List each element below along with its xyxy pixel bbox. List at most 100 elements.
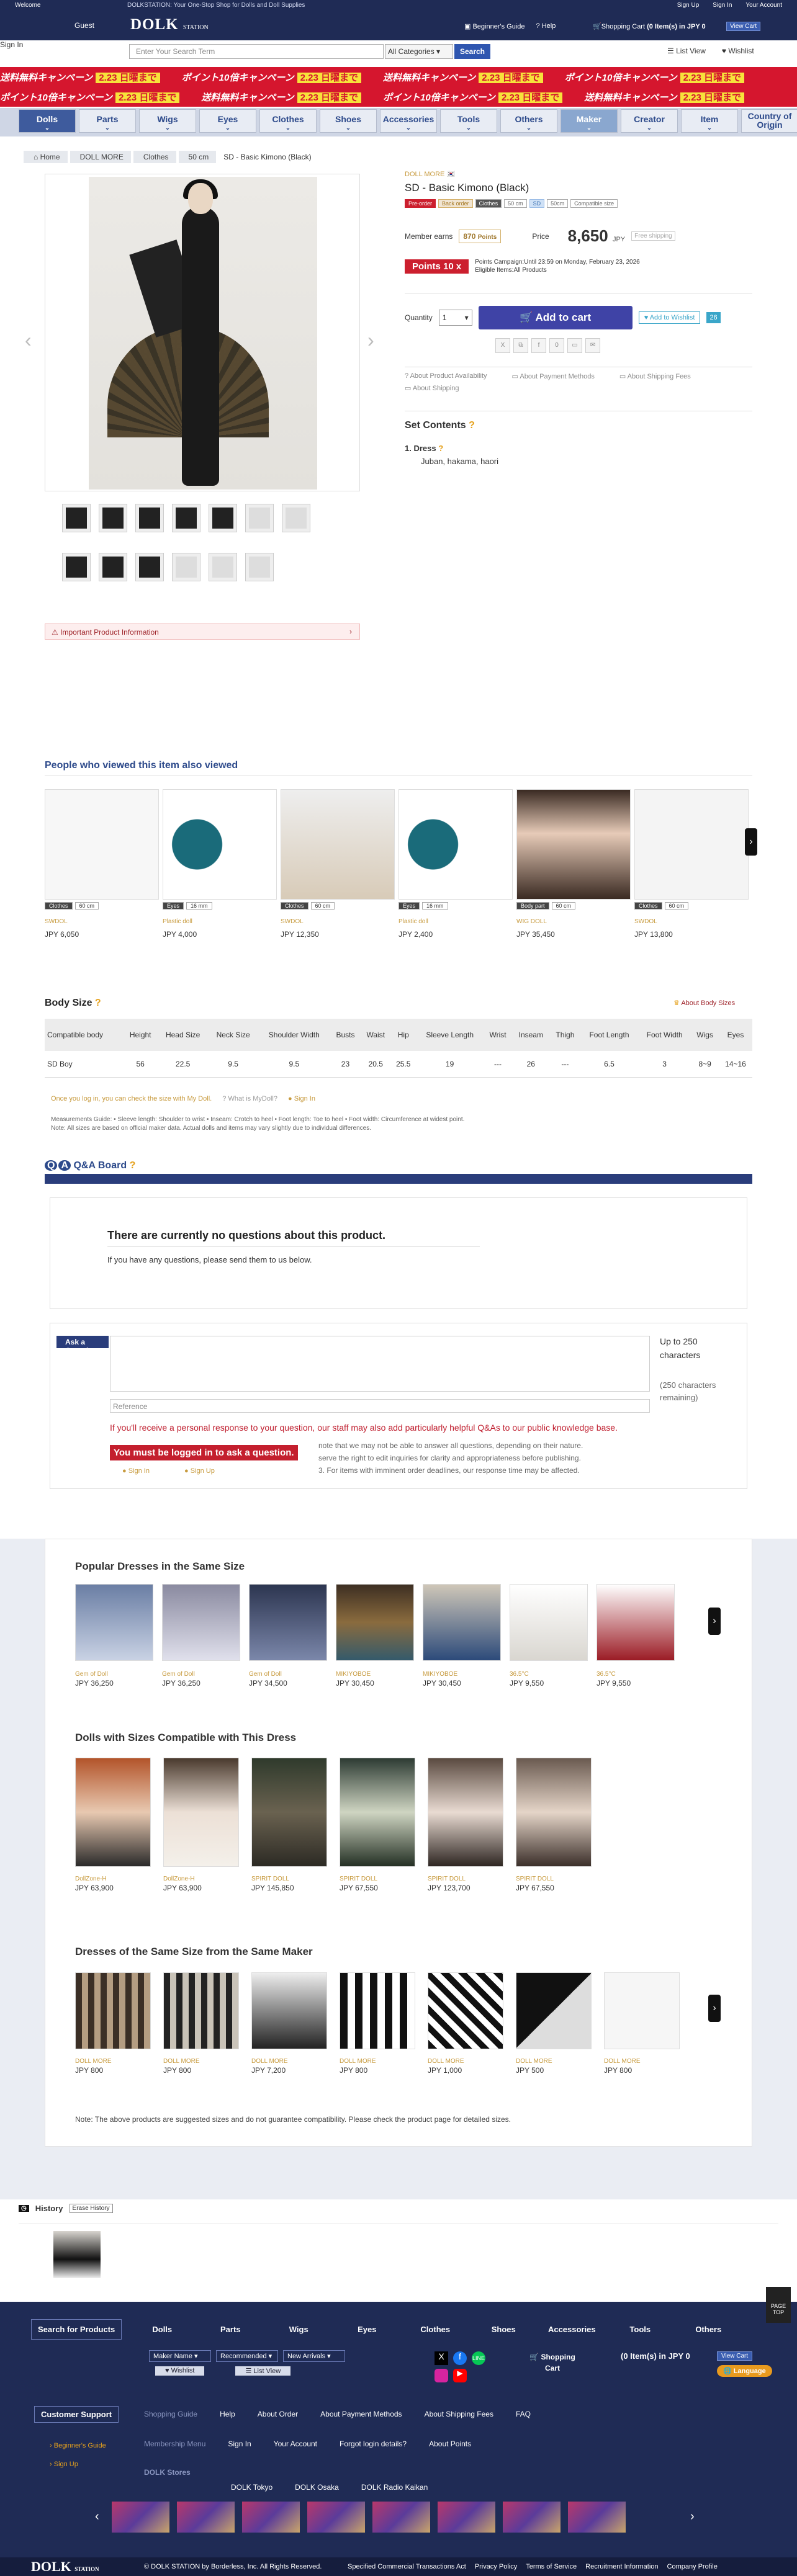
nav-parts[interactable]: Parts ⌄ [79, 109, 136, 133]
search-button[interactable]: Search [454, 44, 490, 59]
legal-link[interactable]: Recruitment Information [585, 2563, 658, 2570]
product-card[interactable]: SPIRIT DOLL JPY 67,550 [516, 1758, 592, 1892]
product-card[interactable]: DOLL MORE JPY 800 [75, 1972, 151, 2075]
carousel-next-button[interactable]: › [708, 1995, 721, 2022]
footer-nav-item[interactable]: Wigs [264, 2325, 333, 2334]
chevron-left-icon[interactable]: ‹ [95, 2510, 99, 2524]
availability-link[interactable]: ? About Product Availability [405, 372, 487, 380]
nav-shoes[interactable]: Shoes ⌄ [320, 109, 377, 133]
product-card[interactable]: SPIRIT DOLL JPY 145,850 [251, 1758, 327, 1892]
product-card[interactable]: DOLL MORE JPY 800 [163, 1972, 239, 2075]
product-card[interactable]: Gem of Doll JPY 34,500 [249, 1584, 327, 1688]
signup-link[interactable]: Sign Up [677, 2, 700, 9]
nav-dolls[interactable]: Dolls ⌄ [19, 109, 76, 133]
list-view-button[interactable]: ☰ List View [667, 47, 706, 55]
shipping-link[interactable]: ▭ About Shipping [405, 384, 459, 392]
banner[interactable] [372, 2502, 430, 2533]
product-card[interactable]: Clothes 60 cm SWDOL JPY 12,350 [281, 789, 395, 939]
next-image-icon[interactable]: › [367, 329, 374, 352]
legal-link[interactable]: Company Profile [667, 2563, 718, 2570]
question-icon[interactable]: ? [95, 998, 101, 1008]
product-main-image[interactable] [45, 174, 360, 491]
signup-link[interactable]: › Sign Up [50, 2461, 78, 2468]
thumbnail[interactable] [99, 553, 127, 581]
new-arrivals-select[interactable]: New Arrivals ▾ [283, 2350, 345, 2362]
maker-select[interactable]: Maker Name ▾ [149, 2350, 211, 2362]
carousel-next-button[interactable]: › [708, 1608, 721, 1635]
footer-nav-item[interactable]: Accessories [538, 2325, 606, 2334]
footer-logo[interactable]: DOLK STATION [31, 2559, 99, 2575]
breadcrumb-category[interactable]: Clothes [133, 151, 176, 163]
legal-link[interactable]: Specified Commercial Transactions Act [348, 2563, 466, 2570]
shipping-fees-link[interactable]: ▭ About Shipping Fees [619, 372, 691, 380]
banner[interactable] [307, 2502, 365, 2533]
important-info-bar[interactable]: ⚠ Important Product Information › [45, 624, 360, 640]
product-card[interactable]: Clothes 60 cm SWDOL JPY 13,800 [634, 789, 749, 939]
nav-tools[interactable]: Tools ⌄ [440, 109, 497, 133]
thumbnail[interactable] [172, 504, 200, 532]
footer-nav-item[interactable]: Dolls [128, 2325, 196, 2334]
product-maker[interactable]: DOLL MORE 🇰🇷 [405, 170, 752, 178]
member-link[interactable]: Forgot login details? [340, 2440, 407, 2448]
wishlist-button[interactable]: ♥ Wishlist [722, 47, 754, 55]
reference-input[interactable]: Reference [110, 1399, 650, 1413]
nav-country[interactable]: Country of Origin ⌄ [741, 109, 797, 133]
nav-clothes[interactable]: Clothes ⌄ [259, 109, 317, 133]
nav-wigs[interactable]: Wigs ⌄ [139, 109, 196, 133]
nav-accessories[interactable]: Accessories ⌄ [380, 109, 437, 133]
page-top-button[interactable]: PAGE TOP [766, 2287, 791, 2323]
qa-signin-link[interactable]: ● Sign In [122, 1467, 150, 1475]
thumbnail[interactable] [245, 553, 274, 581]
product-card[interactable]: DOLL MORE JPY 7,200 [251, 1972, 327, 2075]
footer-nav-item[interactable]: Parts [196, 2325, 264, 2334]
thumbnail[interactable] [99, 504, 127, 532]
member-link[interactable]: Sign In [228, 2440, 251, 2448]
view-cart-button[interactable]: View Cart [726, 22, 761, 31]
thumbnail[interactable] [62, 504, 91, 532]
history-item[interactable] [53, 2231, 101, 2278]
prev-image-icon[interactable]: ‹ [25, 329, 32, 352]
recommended-select[interactable]: Recommended ▾ [216, 2350, 278, 2362]
youtube-icon[interactable]: ▶ [453, 2369, 467, 2382]
counter-icon[interactable]: 0 [549, 338, 564, 353]
guide-link[interactable]: FAQ [516, 2410, 531, 2418]
banner[interactable] [112, 2502, 169, 2533]
payment-link[interactable]: ▭ About Payment Methods [512, 372, 595, 380]
footer-cart[interactable]: 🛒 Shopping Cart [525, 2351, 580, 2374]
x-icon[interactable]: X [435, 2351, 448, 2365]
store-link[interactable]: DOLK Tokyo [231, 2483, 272, 2492]
member-link[interactable]: Your Account [274, 2440, 317, 2448]
nav-maker[interactable]: Maker ⌄ [561, 109, 618, 133]
footer-wishlist-button[interactable]: ♥ Wishlist [155, 2366, 205, 2376]
add-to-cart-button[interactable]: 🛒 Add to cart [478, 306, 633, 329]
header-cart[interactable]: 🛒Shopping Cart (0 Item(s) in JPY 0 [593, 22, 706, 30]
footer-nav-item[interactable]: Eyes [333, 2325, 401, 2334]
language-button[interactable]: 🌐 Language [717, 2365, 772, 2377]
footer-nav-item[interactable]: Shoes [469, 2325, 538, 2334]
link-icon[interactable]: ⧉ [513, 338, 528, 353]
guide-link[interactable]: Help [220, 2410, 235, 2418]
legal-link[interactable]: Terms of Service [526, 2563, 577, 2570]
thumbnail[interactable] [209, 504, 237, 532]
product-card[interactable]: Eyes 16 mm Plastic doll JPY 4,000 [163, 789, 277, 939]
footer-nav-item[interactable]: Tools [606, 2325, 674, 2334]
guide-link[interactable]: About Payment Methods [320, 2410, 402, 2418]
what-is-mydoll-link[interactable]: ? What is MyDoll? [222, 1095, 277, 1102]
product-card[interactable]: Body part 60 cm WIG DOLL JPY 35,450 [516, 789, 631, 939]
signin-link[interactable]: Sign In [713, 2, 732, 9]
nav-creator[interactable]: Creator ⌄ [621, 109, 678, 133]
thumbnail[interactable] [62, 553, 91, 581]
add-to-wishlist-button[interactable]: ♥ Add to Wishlist [638, 311, 701, 324]
product-card[interactable]: SPIRIT DOLL JPY 123,700 [428, 1758, 503, 1892]
beginner-guide-link[interactable]: › Beginner's Guide [50, 2442, 106, 2449]
product-card[interactable]: DollZone-H JPY 63,900 [163, 1758, 239, 1892]
product-card[interactable]: Clothes 60 cm SWDOL JPY 6,050 [45, 789, 159, 939]
signin-link[interactable]: ● Sign In [288, 1095, 315, 1102]
thumbnail[interactable] [245, 504, 274, 532]
thumbnail[interactable] [135, 504, 164, 532]
x-icon[interactable]: X [495, 338, 510, 353]
product-card[interactable]: SPIRIT DOLL JPY 67,550 [340, 1758, 415, 1892]
product-card[interactable]: Gem of Doll JPY 36,250 [75, 1584, 153, 1688]
erase-history-button[interactable]: Erase History [69, 2204, 113, 2213]
question-icon[interactable]: ? [469, 420, 475, 431]
